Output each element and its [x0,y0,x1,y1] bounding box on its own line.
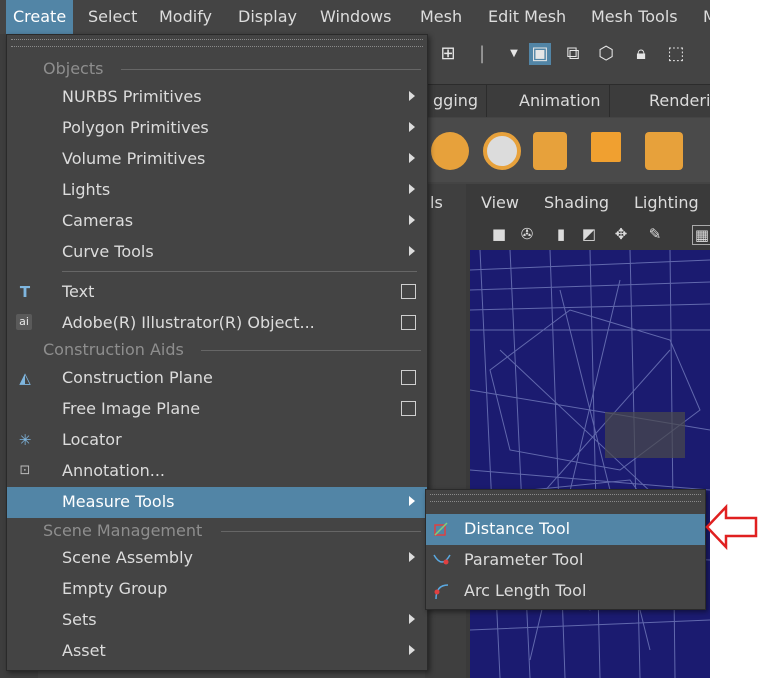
lock-icon[interactable]: 🔒︎ [630,43,652,65]
submenu-arrow-icon [409,645,415,655]
menu-item-measure-tools[interactable]: Measure Tools [7,487,427,518]
shelf-rotate-icon[interactable] [483,132,521,170]
shelf-cube-icon[interactable] [645,132,683,170]
tab-animation[interactable]: Animation [511,85,610,117]
select-components-icon[interactable]: ⧉ [562,43,584,65]
wireframe-box [605,412,685,458]
section-scene-management: Scene Management [43,521,421,540]
shelf-split-icon[interactable] [533,132,567,170]
viewport-menu-shading[interactable]: Shading [544,193,609,212]
camera-attr-icon[interactable]: ✇ [518,225,536,243]
submenu-arrow-icon [409,153,415,163]
wireframe-drawing [470,250,710,678]
submenu-arrow-icon [409,215,415,225]
menu-mesh-tools[interactable]: Mesh Tools [584,0,685,34]
menu-item-nurbs-primitives[interactable]: NURBS Primitives [7,82,427,113]
shelf-grid-icon[interactable] [591,132,621,162]
viewport-menu-lighting[interactable]: Lighting [634,193,699,212]
menu-edit-mesh[interactable]: Edit Mesh [481,0,573,34]
menu-item-construction-plane[interactable]: ◭ Construction Plane [7,363,427,394]
option-box-icon[interactable] [401,370,416,385]
text-icon: T [19,283,31,301]
construction-plane-icon: ◭ [19,369,31,387]
menu-item-arc-length-tool[interactable]: Arc Length Tool [426,576,705,607]
menu-item-sets[interactable]: Sets [7,605,427,636]
menu-item-curve-tools[interactable]: Curve Tools [7,237,427,268]
object-mode-icon[interactable]: ⬡ [595,43,617,65]
menu-mesh[interactable]: Mesh [413,0,469,34]
menu-item-cameras[interactable]: Cameras [7,206,427,237]
submenu-arrow-icon [409,122,415,132]
submenu-arrow-icon [409,184,415,194]
select-hierarchy-icon[interactable]: ⊞ [437,43,459,65]
select-objects-icon[interactable]: ▣ [529,43,551,65]
shelf-tabs: gging Animation Renderi [425,84,710,117]
menu-display[interactable]: Display [231,0,304,34]
locator-icon: ✳ [18,431,32,449]
submenu-arrow-icon [409,614,415,624]
submenu-arrow-icon [409,496,415,506]
callout-arrow-icon [705,503,758,551]
menu-item-distance-tool[interactable]: Distance Tool [426,514,705,545]
viewport-menu-tools[interactable]: ls [430,193,443,212]
viewport-menubar: ls View Shading Lighting [430,184,710,220]
option-box-icon[interactable] [401,401,416,416]
status-toolbar: ⊞ | ▼ ▣ ⧉ ⬡ 🔒︎ ⬚ [425,34,710,72]
measure-tools-submenu: Distance Tool Parameter Tool Arc Length … [425,489,706,610]
menu-item-free-image-plane[interactable]: Free Image Plane [7,394,427,425]
menu-item-text[interactable]: T Text [7,277,427,308]
menu-item-parameter-tool[interactable]: Parameter Tool [426,545,705,576]
grid-icon[interactable]: ▦ [692,225,710,245]
menu-item-illustrator-object[interactable]: ai Adobe(R) Illustrator(R) Object... [7,308,427,339]
distance-tool-icon [434,522,448,536]
option-box-icon[interactable] [401,284,416,299]
menu-modify[interactable]: Modify [152,0,219,34]
menu-more[interactable]: M [696,0,710,34]
viewport-wireframe [470,250,710,678]
menu-select[interactable]: Select [81,0,144,34]
section-construction-aids: Construction Aids [43,340,421,359]
shelf-layers-icon[interactable] [431,132,469,170]
annotation-icon: ⊡ [19,463,31,478]
toolbar-divider: | [478,43,486,64]
select-tool-icon[interactable]: ⬚ [665,43,687,65]
maya-window: Create Select Modify Display Windows Mes… [0,0,710,678]
menu-windows[interactable]: Windows [313,0,398,34]
menu-item-polygon-primitives[interactable]: Polygon Primitives [7,113,427,144]
viewport-menu-view[interactable]: View [481,193,519,212]
parameter-tool-icon [433,554,451,565]
option-box-icon[interactable] [401,315,416,330]
menu-tearoff-handle[interactable] [11,39,423,47]
bookmark-icon[interactable]: ▮ [552,225,570,243]
menu-item-empty-group[interactable]: Empty Group [7,574,427,605]
shelf [425,118,710,182]
move-icon[interactable]: ✥ [612,225,630,243]
menu-item-lights[interactable]: Lights [7,175,427,206]
camera-icon[interactable]: ■ [490,225,508,243]
menu-item-scene-assembly[interactable]: Scene Assembly [7,543,427,574]
main-menubar: Create Select Modify Display Windows Mes… [0,0,710,34]
menu-item-annotation[interactable]: ⊡ Annotation... [7,456,427,487]
pen-icon[interactable]: ✎ [646,225,664,243]
viewport-toolbar: ■ ✇ ▮ ◩ ✥ ✎ ▦ [466,220,710,250]
menu-item-locator[interactable]: ✳ Locator [7,425,427,456]
submenu-tearoff-handle[interactable] [430,494,701,502]
menu-item-asset[interactable]: Asset [7,636,427,667]
arc-length-tool-icon [434,584,449,600]
menu-separator [62,271,417,272]
image-plane-icon[interactable]: ◩ [580,225,598,243]
dropdown-arrow-icon[interactable]: ▼ [503,43,525,65]
create-menu-dropdown: Objects NURBS Primitives Polygon Primiti… [6,34,428,671]
tab-rigging[interactable]: gging [425,85,488,117]
menu-create[interactable]: Create [6,0,74,34]
submenu-arrow-icon [409,246,415,256]
menu-item-volume-primitives[interactable]: Volume Primitives [7,144,427,175]
section-objects: Objects [43,59,421,78]
tab-rendering[interactable]: Renderi [641,85,710,117]
submenu-arrow-icon [409,91,415,101]
submenu-arrow-icon [409,552,415,562]
illustrator-icon: ai [16,314,32,330]
